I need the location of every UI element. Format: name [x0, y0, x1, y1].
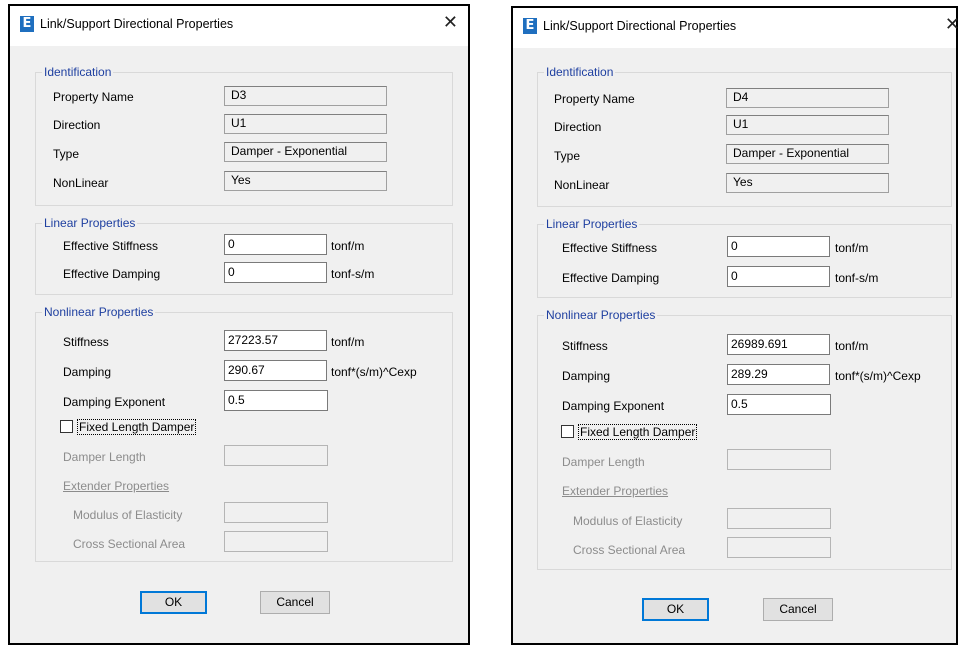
type-label: Type: [554, 149, 581, 163]
damping-exponent-label: Damping Exponent: [63, 395, 166, 409]
fixed-length-damper-label[interactable]: Fixed Length Damper: [77, 419, 197, 435]
fixed-length-damper-label[interactable]: Fixed Length Damper: [578, 424, 698, 440]
damping-unit: tonf*(s/m)^Cexp: [835, 369, 921, 383]
link-support-dialog-d3: E Link/Support Directional Properties ✕ …: [8, 4, 470, 645]
damper-length-input: [224, 445, 328, 466]
modulus-label: Modulus of Elasticity: [573, 514, 683, 528]
effective-damping-label: Effective Damping: [562, 271, 660, 285]
property-name-field: D3: [224, 86, 387, 106]
group-legend: Nonlinear Properties: [42, 305, 156, 319]
effective-stiffness-unit: tonf/m: [331, 239, 365, 253]
effective-stiffness-input[interactable]: 0: [727, 236, 830, 257]
nonlinear-label: NonLinear: [554, 178, 610, 192]
type-label: Type: [53, 147, 80, 161]
checkbox-icon[interactable]: [60, 420, 73, 433]
property-name-label: Property Name: [53, 90, 134, 104]
damping-unit: tonf*(s/m)^Cexp: [331, 365, 417, 379]
close-icon[interactable]: ✕: [945, 14, 958, 35]
cross-sectional-area-label: Cross Sectional Area: [573, 543, 686, 557]
stiffness-input[interactable]: 27223.57: [224, 330, 327, 351]
close-icon[interactable]: ✕: [443, 12, 458, 33]
nonlinear-field: Yes: [224, 171, 387, 191]
effective-stiffness-label: Effective Stiffness: [562, 241, 657, 255]
damping-exponent-label: Damping Exponent: [562, 399, 665, 413]
group-legend: Identification: [42, 65, 114, 79]
damper-length-label: Damper Length: [562, 455, 645, 469]
damping-label: Damping: [562, 369, 611, 383]
dialog-title: Link/Support Directional Properties: [543, 19, 737, 33]
damping-label: Damping: [63, 365, 112, 379]
damping-exponent-input[interactable]: 0.5: [224, 390, 328, 411]
stiffness-label: Stiffness: [63, 335, 109, 349]
effective-damping-label: Effective Damping: [63, 267, 161, 281]
group-legend: Linear Properties: [544, 217, 640, 231]
nonlinear-label: NonLinear: [53, 176, 109, 190]
modulus-input: [224, 502, 328, 523]
effective-damping-unit: tonf-s/m: [331, 267, 375, 281]
etabs-app-icon: E: [523, 18, 537, 34]
etabs-app-icon: E: [20, 16, 34, 32]
damping-exponent-input[interactable]: 0.5: [727, 394, 831, 415]
direction-label: Direction: [53, 118, 101, 132]
damper-length-label: Damper Length: [63, 450, 146, 464]
property-name-field: D4: [726, 88, 889, 108]
stiffness-input[interactable]: 26989.691: [727, 334, 830, 355]
cross-sectional-area-input: [224, 531, 328, 552]
stiffness-label: Stiffness: [562, 339, 608, 353]
stiffness-unit: tonf/m: [835, 339, 869, 353]
cross-sectional-area-input: [727, 537, 831, 558]
property-name-label: Property Name: [554, 92, 635, 106]
extender-properties-label: Extender Properties: [63, 479, 170, 493]
effective-damping-input[interactable]: 0: [224, 262, 327, 283]
type-field: Damper - Exponential: [224, 142, 387, 162]
ok-button[interactable]: OK: [140, 591, 207, 614]
effective-damping-input[interactable]: 0: [727, 266, 830, 287]
dialog-title: Link/Support Directional Properties: [40, 17, 234, 31]
effective-stiffness-input[interactable]: 0: [224, 234, 327, 255]
effective-damping-unit: tonf-s/m: [835, 271, 879, 285]
link-support-dialog-d4: E Link/Support Directional Properties ✕ …: [511, 6, 958, 645]
extender-properties-label: Extender Properties: [562, 484, 669, 498]
checkbox-icon[interactable]: [561, 425, 574, 438]
cancel-button[interactable]: Cancel: [260, 591, 330, 614]
damper-length-input: [727, 449, 831, 470]
effective-stiffness-label: Effective Stiffness: [63, 239, 158, 253]
modulus-label: Modulus of Elasticity: [73, 508, 183, 522]
nonlinear-field: Yes: [726, 173, 889, 193]
direction-label: Direction: [554, 120, 602, 134]
effective-stiffness-unit: tonf/m: [835, 241, 869, 255]
group-legend: Nonlinear Properties: [544, 308, 658, 322]
direction-field: U1: [224, 114, 387, 134]
group-legend: Linear Properties: [42, 216, 138, 230]
stiffness-unit: tonf/m: [331, 335, 365, 349]
title-bar: E Link/Support Directional Properties ✕: [10, 6, 468, 46]
cross-sectional-area-label: Cross Sectional Area: [73, 537, 186, 551]
title-bar: E Link/Support Directional Properties ✕: [513, 8, 958, 48]
damping-input[interactable]: 290.67: [224, 360, 327, 381]
damping-input[interactable]: 289.29: [727, 364, 830, 385]
group-legend: Identification: [544, 65, 616, 79]
ok-button[interactable]: OK: [642, 598, 709, 621]
cancel-button[interactable]: Cancel: [763, 598, 833, 621]
type-field: Damper - Exponential: [726, 144, 889, 164]
modulus-input: [727, 508, 831, 529]
direction-field: U1: [726, 115, 889, 135]
